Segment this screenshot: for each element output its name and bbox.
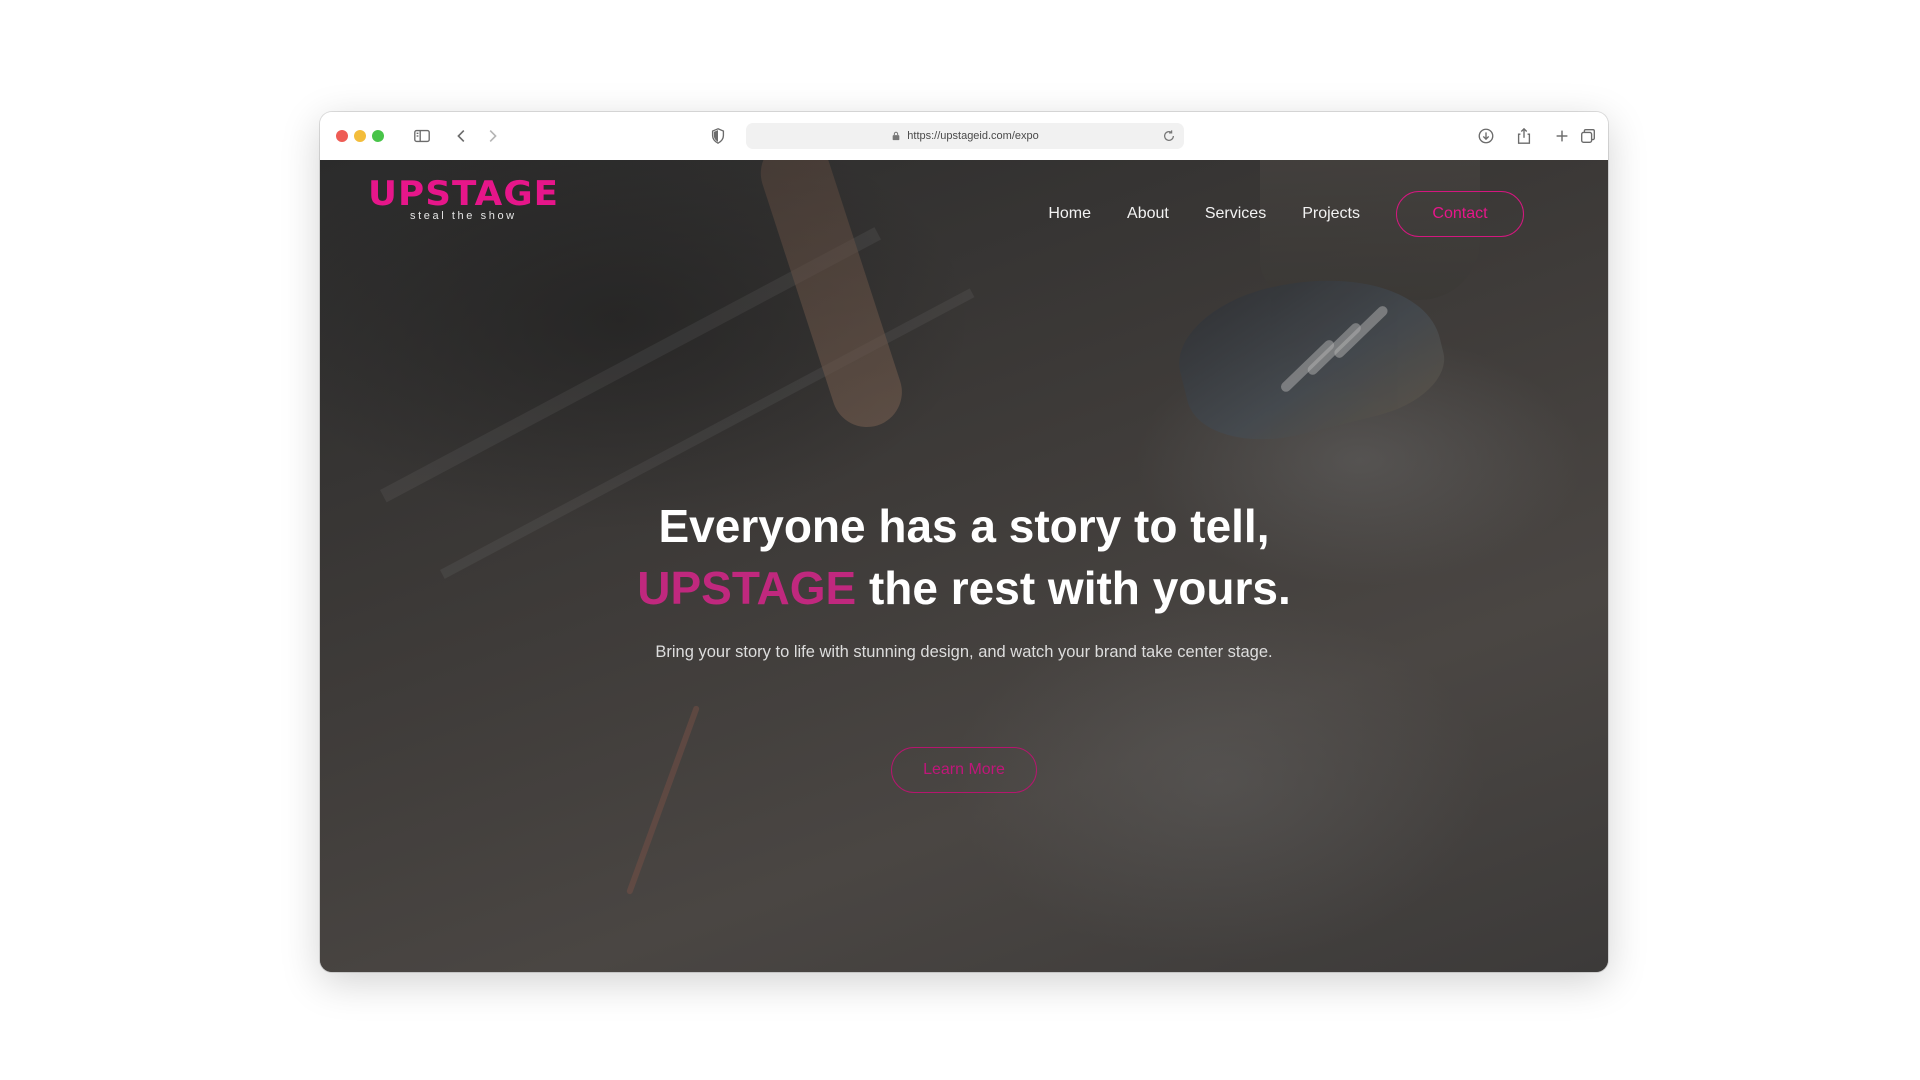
close-window-button[interactable] [336,130,348,142]
nav-about-link[interactable]: About [1127,205,1169,223]
minimize-window-button[interactable] [354,130,366,142]
nav-home-link[interactable]: Home [1048,205,1091,223]
address-url: https://upstageid.com/expo [907,130,1039,142]
nav-services-link[interactable]: Services [1205,205,1266,223]
hero-headline: Everyone has a story to tell, UPSTAGE th… [320,495,1608,619]
site-logo[interactable]: UPSTAGE steal the show [368,176,558,222]
address-bar[interactable]: https://upstageid.com/expo [746,123,1184,149]
lock-icon [892,131,900,141]
reload-icon[interactable] [1162,129,1176,143]
hero-section: Everyone has a story to tell, UPSTAGE th… [320,495,1608,662]
hero-headline-line1: Everyone has a story to tell, [658,500,1270,552]
zoom-window-button[interactable] [372,130,384,142]
back-icon[interactable] [450,124,474,148]
new-tab-icon[interactable] [1550,124,1574,148]
main-nav: Home About Services Projects Contact [1048,190,1524,238]
learn-more-button[interactable]: Learn More [891,747,1037,793]
hero-headline-line2: the rest with yours. [856,562,1291,614]
tab-overview-icon[interactable] [1576,124,1600,148]
browser-window: https://upstageid.com/expo UPSTAGE steal… [320,112,1608,972]
downloads-icon[interactable] [1474,124,1498,148]
browser-toolbar: https://upstageid.com/expo [320,112,1608,161]
forward-icon[interactable] [480,124,504,148]
contact-button[interactable]: Contact [1396,191,1524,237]
logo-wordmark: UPSTAGE [368,174,560,214]
sidebar-toggle-icon[interactable] [410,124,434,148]
privacy-shield-icon[interactable] [706,124,730,148]
hero-subtitle: Bring your story to life with stunning d… [655,643,1273,661]
hero-headline-accent: UPSTAGE [637,562,857,614]
nav-projects-link[interactable]: Projects [1302,205,1360,223]
share-icon[interactable] [1512,124,1536,148]
web-page: UPSTAGE steal the show Home About Servic… [320,160,1608,972]
